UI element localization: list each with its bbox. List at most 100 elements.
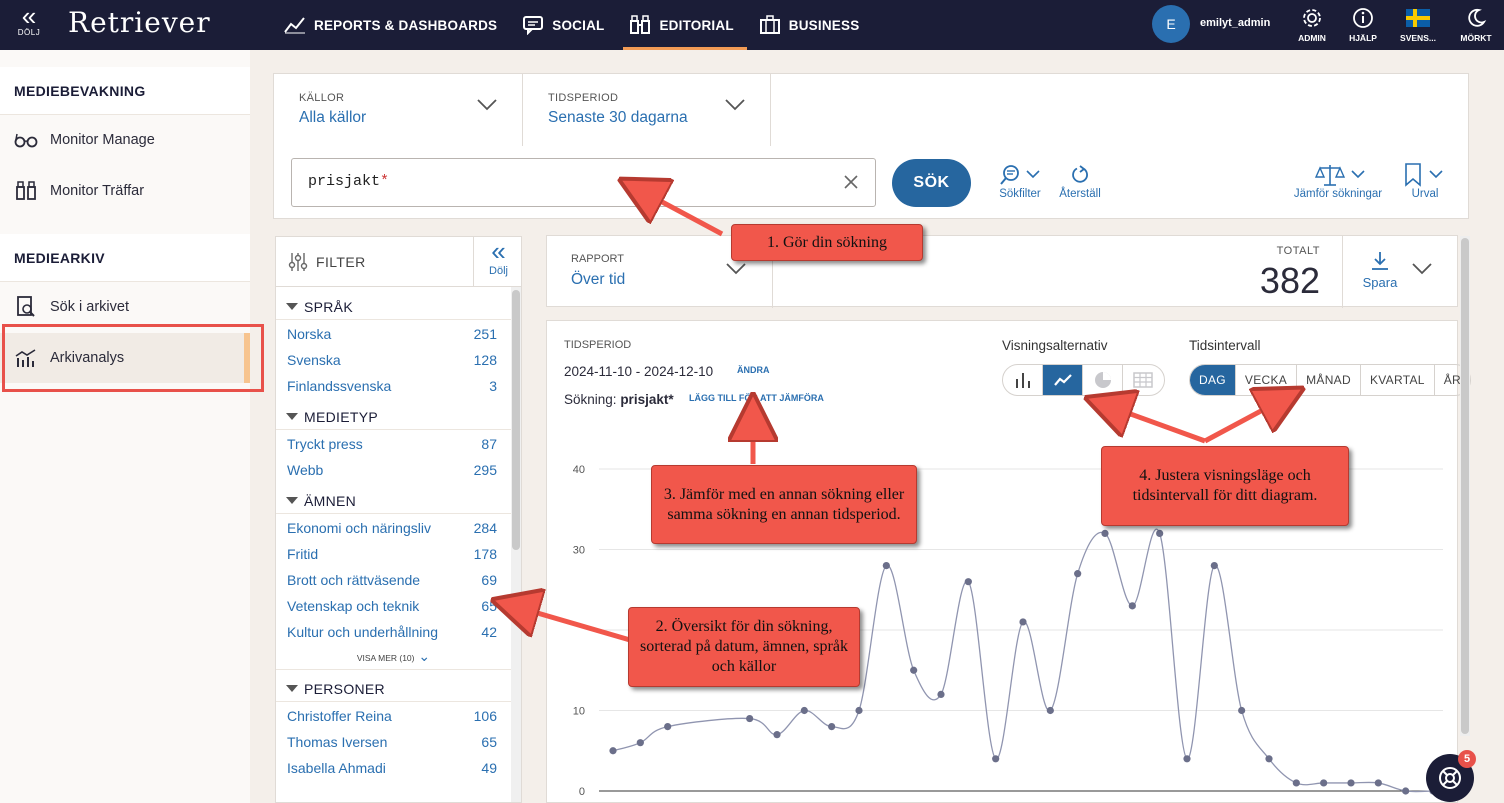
filter-item-count: 284 [473,520,497,536]
data-point[interactable] [1046,706,1054,715]
filter-group-header[interactable]: SPRÅK [276,294,511,320]
compare-searches-button[interactable]: Jämför sökningar [1288,162,1388,200]
filter-group-header[interactable]: ÄMNEN [276,488,511,514]
data-point[interactable] [1265,755,1273,763]
main-scrollbar[interactable] [1460,236,1470,736]
avatar[interactable]: E [1152,5,1190,43]
filter-item[interactable]: Webb 295 [287,462,497,484]
data-point[interactable] [1374,779,1382,787]
dark-mode-button[interactable]: MÖRKT [1454,6,1498,43]
search-filter-button[interactable]: Sökfilter [994,162,1046,200]
hide-filter-label: Dölj [489,265,508,277]
data-point[interactable] [1128,602,1136,610]
filter-item[interactable]: Kultur och underhållning 42 [287,624,497,646]
data-point[interactable] [664,723,672,731]
filter-item[interactable]: Thomas Iversen 65 [287,734,497,756]
view-line-button[interactable] [1043,365,1083,395]
data-point[interactable] [1238,706,1246,715]
view-pie-button[interactable] [1083,365,1123,395]
filter-item[interactable]: Vetenskap och teknik 65 [287,598,497,620]
sidebar-item-label: Sök i arkivet [50,299,129,315]
data-point[interactable] [773,731,781,739]
data-point[interactable] [937,690,945,698]
filter-item[interactable]: Svenska 128 [287,352,497,374]
nav-social[interactable]: SOCIAL [522,0,615,50]
view-table-button[interactable] [1123,365,1163,395]
gear-icon [1303,9,1321,27]
interval-button[interactable]: VECKA [1236,365,1298,395]
selection-button[interactable]: Urval [1402,162,1448,200]
filter-item[interactable]: Tryckt press 87 [287,436,497,458]
filter-group-header[interactable]: PERSONER [276,676,511,702]
retriever-logo[interactable]: Retriever [68,6,211,39]
data-point[interactable] [855,706,863,715]
filter-item[interactable]: Norska 251 [287,326,497,348]
clear-icon[interactable] [841,172,861,192]
language-button[interactable]: SVENS... [1396,6,1440,43]
data-point[interactable] [746,714,754,723]
filter-item[interactable]: Christoffer Reina 106 [287,708,497,730]
period-dropdown[interactable]: TIDSPERIOD Senaste 30 dagarna [523,74,771,146]
data-point[interactable] [1156,529,1164,537]
nav-editorial[interactable]: EDITORIAL [623,0,748,50]
data-point[interactable] [910,666,918,674]
chart-panel: TIDSPERIOD 2024-11-10 - 2024-12-10 ÄNDRA… [546,320,1472,803]
help-chat-button[interactable]: 5 [1426,750,1476,802]
data-point[interactable] [1320,779,1328,787]
collapse-label: DÖLJ [17,28,41,37]
filter-group-title: PERSONER [304,680,385,697]
data-point[interactable] [1074,570,1082,578]
reset-button[interactable]: Återställ [1056,162,1104,200]
sidebar-item-monitor-manage[interactable]: Monitor Manage [0,115,250,165]
interval-button[interactable]: KVARTAL [1361,365,1435,395]
username[interactable]: emilyt_admin [1200,17,1270,29]
collapse-sidebar-button[interactable]: « DÖLJ [12,3,46,37]
search-input[interactable]: prisjakt* [291,158,876,207]
language-label: SVENS... [1400,33,1436,43]
chevron-down-icon [726,263,746,275]
data-point[interactable] [1402,787,1410,795]
data-point[interactable] [1019,618,1027,626]
interval-button[interactable]: DAG [1190,365,1236,395]
admin-button[interactable]: ADMIN [1290,6,1334,43]
filter-item[interactable]: Ekonomi och näringsliv 284 [287,520,497,542]
data-point[interactable] [1183,755,1191,763]
nav-business[interactable]: BUSINESS [759,0,871,50]
filter-item[interactable]: Fritid 178 [287,546,497,568]
filter-item[interactable]: Finlandssvenska 3 [287,378,497,400]
chevron-down-icon[interactable] [1411,262,1433,276]
search-prefix: Sökning: [564,392,617,407]
filter-item[interactable]: Brott och rättväsende 69 [287,572,497,594]
data-point[interactable] [800,706,808,715]
period-dates: 2024-11-10 - 2024-12-10 [564,364,714,379]
view-bar-button[interactable] [1003,365,1043,395]
change-period-link[interactable]: ÄNDRA [737,365,770,375]
data-point[interactable] [882,562,890,570]
hide-filter-button[interactable]: « Dölj [473,237,521,287]
data-point[interactable] [609,747,617,755]
help-button[interactable]: HJÄLP [1341,6,1385,43]
filter-item[interactable]: Isabella Ahmadi 49 [287,760,497,782]
save-button[interactable]: Spara [1357,250,1403,290]
data-point[interactable] [964,578,972,586]
data-point[interactable] [828,723,836,731]
add-compare-link[interactable]: LÄGG TILL FÖR ATT JÄMFÖRA [689,393,824,403]
data-point[interactable] [1210,562,1218,570]
wildcard-star: * [380,173,390,190]
filter-scrollbar[interactable] [511,287,521,802]
filter-group-header[interactable]: MEDIETYP [276,404,511,430]
filter-item-count: 106 [473,708,497,724]
search-button[interactable]: SÖK [892,159,971,207]
sidebar-item-monitor-traffar[interactable]: Monitor Träffar [0,166,250,216]
sources-dropdown[interactable]: KÄLLOR Alla källor [274,74,523,146]
data-point[interactable] [1101,529,1109,537]
data-point[interactable] [1347,779,1355,787]
data-point[interactable] [1292,779,1300,787]
data-point[interactable] [636,739,644,747]
scrollbar-thumb[interactable] [1461,238,1469,734]
show-more-button[interactable]: VISA MER (10) ⌄ [276,648,511,670]
data-point[interactable] [992,755,1000,763]
nav-reports-dashboards[interactable]: REPORTS & DASHBOARDS [284,0,508,50]
scrollbar-thumb[interactable] [512,290,520,550]
interval-button[interactable]: MÅNAD [1297,365,1361,395]
